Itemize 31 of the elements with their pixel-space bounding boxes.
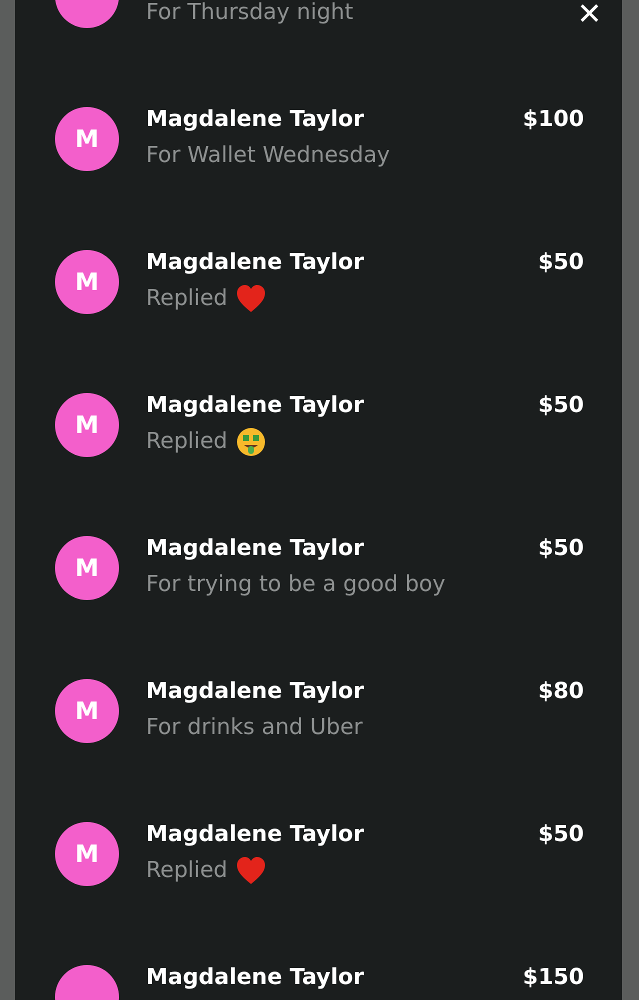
payment-amount: $50 <box>538 821 584 849</box>
heart-icon <box>236 856 266 884</box>
payment-note: Replied <box>146 857 228 885</box>
sender-name: Magdalene Taylor <box>146 678 364 706</box>
payment-amount: $50 <box>538 249 584 277</box>
sender-name: Magdalene Taylor <box>146 106 364 134</box>
avatar: M <box>55 678 119 742</box>
avatar: M <box>55 250 119 314</box>
payment-note: For Thursday night <box>146 0 354 27</box>
payment-amount: $80 <box>538 678 584 706</box>
payment-note: For drinks and Uber <box>146 714 363 742</box>
payment-amount: $50 <box>538 392 584 420</box>
payment-note: For trying to be a good boy <box>146 571 446 599</box>
sender-name: Magdalene Taylor <box>146 964 364 992</box>
avatar: M <box>55 392 119 456</box>
payment-note: Replied <box>146 428 228 456</box>
payment-note: Replied <box>146 285 228 313</box>
close-button[interactable]: ✕ <box>572 0 606 30</box>
sender-name: Magdalene Taylor <box>146 821 364 849</box>
payment-amount: $50 <box>538 535 584 563</box>
heart-icon <box>236 284 266 312</box>
sender-name: Magdalene Taylor <box>146 392 364 420</box>
money-face-icon <box>236 426 266 456</box>
avatar: M <box>55 106 119 170</box>
sender-name: Magdalene Taylor <box>146 249 364 277</box>
avatar: M <box>55 822 119 886</box>
payment-amount: $100 <box>522 106 584 134</box>
sender-name: Magdalene Taylor <box>146 535 364 563</box>
payment-note: For Wallet Wednesday <box>146 142 390 170</box>
avatar: M <box>55 536 119 600</box>
payment-amount: $150 <box>522 964 584 992</box>
